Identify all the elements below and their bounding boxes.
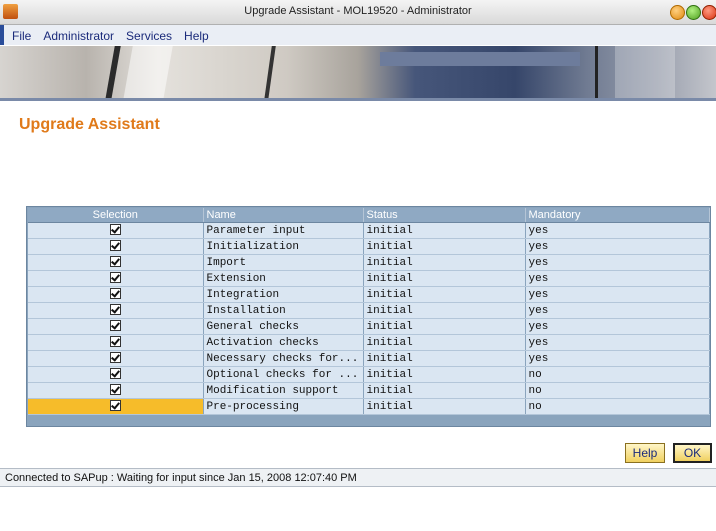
name-cell: Pre-processing: [203, 398, 364, 415]
banner-divider: [0, 98, 716, 101]
help-button[interactable]: Help: [625, 443, 665, 463]
name-cell: Activation checks: [203, 334, 364, 351]
selection-cell[interactable]: [28, 318, 204, 335]
status-cell: initial: [363, 238, 526, 255]
selection-cell[interactable]: [28, 382, 204, 399]
name-cell: Optional checks for ...: [203, 366, 364, 383]
menu-bar: File Administrator Services Help: [0, 25, 716, 45]
ok-button[interactable]: OK: [673, 443, 712, 463]
status-cell: initial: [363, 302, 526, 319]
mandatory-cell: yes: [525, 222, 710, 239]
table-row[interactable]: Import initial yes: [28, 254, 710, 271]
table-row[interactable]: General checks initial yes: [28, 318, 710, 335]
selection-checkbox[interactable]: [109, 400, 121, 412]
mandatory-cell: yes: [525, 350, 710, 367]
status-cell: initial: [363, 254, 526, 271]
table-row[interactable]: Necessary checks for... initial yes: [28, 350, 710, 367]
mandatory-cell: yes: [525, 334, 710, 351]
name-cell: General checks: [203, 318, 364, 335]
status-cell: initial: [363, 366, 526, 383]
selection-cell[interactable]: [28, 222, 204, 239]
selection-checkbox[interactable]: [109, 288, 121, 300]
table-row[interactable]: Installation initial yes: [28, 302, 710, 319]
selection-cell[interactable]: [28, 238, 204, 255]
window-title: Upgrade Assistant - MOL19520 - Administr…: [244, 5, 472, 17]
selection-cell[interactable]: [28, 302, 204, 319]
name-cell: Installation: [203, 302, 364, 319]
column-header-selection[interactable]: Selection: [28, 208, 204, 223]
status-cell: initial: [363, 286, 526, 303]
name-cell: Import: [203, 254, 364, 271]
status-cell: initial: [363, 222, 526, 239]
column-header-status[interactable]: Status: [363, 208, 526, 223]
mandatory-cell: no: [525, 382, 710, 399]
name-cell: Extension: [203, 270, 364, 287]
status-cell: initial: [363, 398, 526, 415]
mandatory-cell: yes: [525, 302, 710, 319]
mandatory-cell: yes: [525, 270, 710, 287]
menu-file[interactable]: File: [4, 25, 37, 43]
table-row[interactable]: Activation checks initial yes: [28, 334, 710, 351]
mandatory-cell: yes: [525, 238, 710, 255]
status-cell: initial: [363, 350, 526, 367]
table-row[interactable]: Optional checks for ... initial no: [28, 366, 710, 383]
status-cell: initial: [363, 334, 526, 351]
mandatory-cell: yes: [525, 286, 710, 303]
status-cell: initial: [363, 270, 526, 287]
selection-checkbox[interactable]: [109, 384, 121, 396]
title-bar: Upgrade Assistant - MOL19520 - Administr…: [0, 0, 716, 25]
column-header-name[interactable]: Name: [203, 208, 364, 223]
name-cell: Necessary checks for...: [203, 350, 364, 367]
selection-checkbox[interactable]: [109, 240, 121, 252]
selection-checkbox[interactable]: [109, 320, 121, 332]
status-cell: initial: [363, 382, 526, 399]
selection-checkbox[interactable]: [109, 352, 121, 364]
name-cell: Integration: [203, 286, 364, 303]
selection-cell[interactable]: [28, 254, 204, 271]
name-cell: Parameter input: [203, 222, 364, 239]
selection-checkbox[interactable]: [109, 304, 121, 316]
table-row[interactable]: Initialization initial yes: [28, 238, 710, 255]
mandatory-cell: yes: [525, 254, 710, 271]
selection-cell[interactable]: [28, 270, 204, 287]
selection-cell[interactable]: [28, 398, 204, 415]
menu-help[interactable]: Help: [178, 25, 215, 43]
menu-administrator[interactable]: Administrator: [37, 25, 120, 43]
status-bar: Connected to SAPup : Waiting for input s…: [0, 468, 716, 487]
selection-checkbox[interactable]: [109, 368, 121, 380]
selection-checkbox[interactable]: [109, 224, 121, 236]
column-header-mandatory[interactable]: Mandatory: [525, 208, 710, 223]
selection-cell[interactable]: [28, 366, 204, 383]
table-row[interactable]: Extension initial yes: [28, 270, 710, 287]
selection-checkbox[interactable]: [109, 272, 121, 284]
status-cell: initial: [363, 318, 526, 335]
status-text: Connected to SAPup : Waiting for input s…: [5, 472, 357, 484]
mandatory-cell: no: [525, 398, 710, 415]
table-row[interactable]: Parameter input initial yes: [28, 222, 710, 239]
table-row[interactable]: Modification support initial no: [28, 382, 710, 399]
selection-checkbox[interactable]: [109, 256, 121, 268]
phase-table: Selection Name Status Mandatory Paramete…: [26, 206, 711, 427]
selection-cell[interactable]: [28, 334, 204, 351]
selection-cell[interactable]: [28, 286, 204, 303]
mandatory-cell: yes: [525, 318, 710, 335]
close-button[interactable]: [702, 5, 716, 20]
maximize-button[interactable]: [686, 5, 701, 20]
header-banner-image: [0, 46, 716, 100]
page-title: Upgrade Assistant: [19, 116, 160, 133]
selection-cell[interactable]: [28, 350, 204, 367]
name-cell: Initialization: [203, 238, 364, 255]
menu-services[interactable]: Services: [120, 25, 178, 43]
table-row[interactable]: Pre-processing initial no: [28, 398, 710, 415]
table-row[interactable]: Integration initial yes: [28, 286, 710, 303]
selection-checkbox[interactable]: [109, 336, 121, 348]
table-header-row: Selection Name Status Mandatory: [28, 208, 710, 223]
name-cell: Modification support: [203, 382, 364, 399]
minimize-button[interactable]: [670, 5, 685, 20]
mandatory-cell: no: [525, 366, 710, 383]
